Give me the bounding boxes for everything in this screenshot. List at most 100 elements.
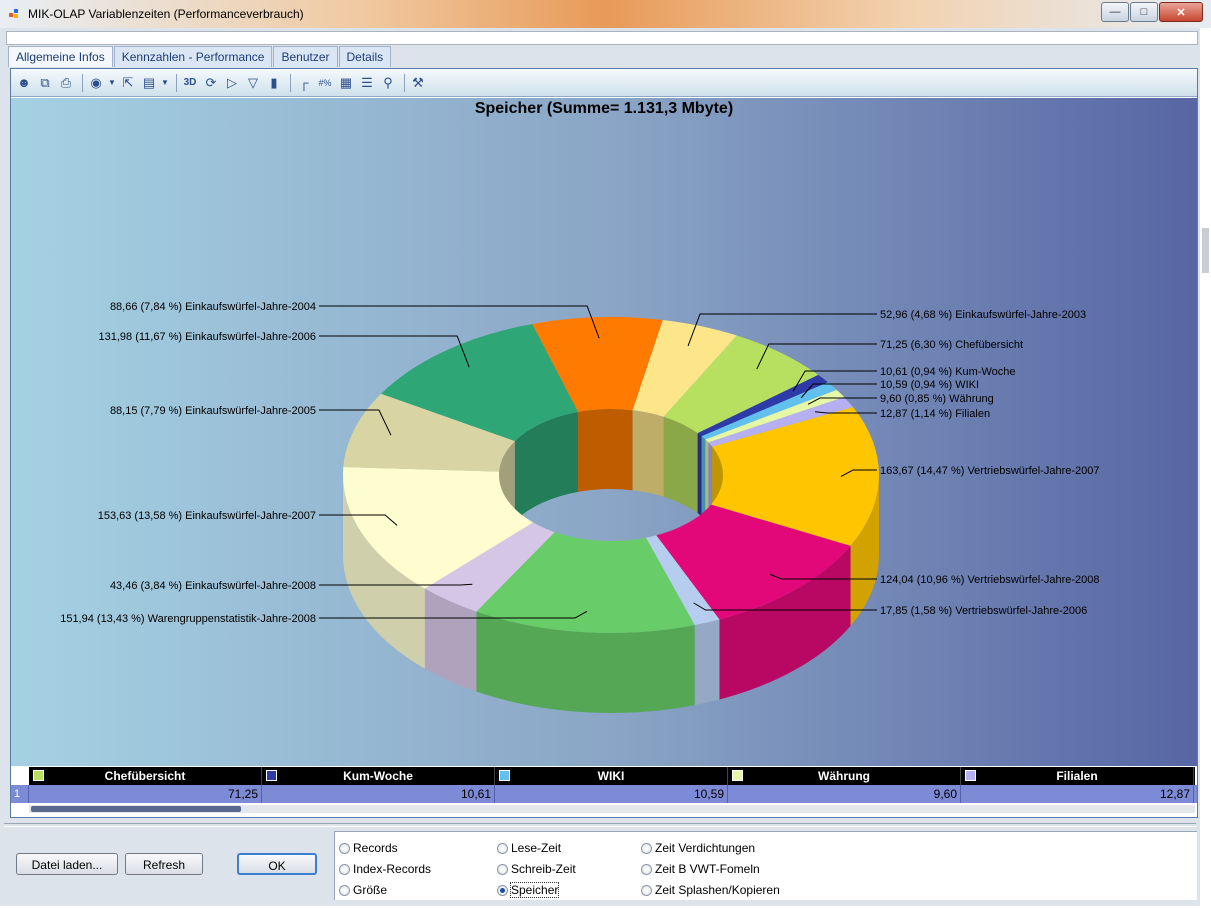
window-controls: — □ ✕ bbox=[1100, 2, 1203, 22]
grid-header: Chefübersicht Kum-Woche WIKI Währung Fil… bbox=[29, 767, 1195, 785]
option-zeit-splashen-kopieren[interactable]: Zeit Splashen/Kopieren bbox=[641, 883, 780, 897]
tools-icon[interactable]: ⚒ bbox=[409, 74, 427, 92]
refresh-button[interactable]: Refresh bbox=[125, 853, 203, 875]
radio-button[interactable] bbox=[641, 842, 652, 854]
users-icon[interactable]: ☻ bbox=[15, 74, 33, 92]
doughnut-chart: 71,25 (6,30 %) Chefübersicht 10,61 (0,94 … bbox=[60, 301, 1100, 713]
option-label: Records bbox=[353, 841, 398, 855]
radio-button[interactable] bbox=[641, 884, 652, 896]
chart-type-icon[interactable]: ▤ bbox=[140, 74, 158, 92]
option-label: Schreib-Zeit bbox=[511, 862, 576, 876]
table-row[interactable]: 1 71,25 10,61 10,59 9,60 12,87 bbox=[11, 785, 1197, 803]
maximize-icon: □ bbox=[1140, 6, 1148, 18]
data-editor-icon[interactable]: ▦ bbox=[337, 74, 355, 92]
column-header-label: WIKI bbox=[597, 769, 625, 783]
top-strip bbox=[6, 31, 1198, 45]
radio-button[interactable] bbox=[497, 863, 508, 875]
data-label: 10,59 (0,94 %) WIKI bbox=[880, 379, 979, 391]
grid-cell[interactable]: 10,59 bbox=[495, 785, 728, 803]
legend-icon[interactable]: ☰ bbox=[358, 74, 376, 92]
3d-icon[interactable]: 3D bbox=[181, 74, 199, 92]
toolbar-separator bbox=[404, 73, 405, 92]
color-swatch bbox=[965, 770, 976, 781]
grid-column-header[interactable]: Filialen bbox=[961, 767, 1194, 785]
grid-column-header[interactable]: Währung bbox=[728, 767, 961, 785]
radio-button[interactable] bbox=[641, 863, 652, 875]
load-file-button[interactable]: Datei laden... bbox=[16, 853, 118, 875]
tab-allgemeine-infos[interactable]: Allgemeine Infos bbox=[8, 46, 113, 67]
dropdown-arrow-icon[interactable]: ▼ bbox=[108, 74, 116, 92]
data-label: 163,67 (14,47 %) Vertriebswürfel-Jahre-2… bbox=[880, 465, 1100, 477]
option-records[interactable]: Records bbox=[339, 841, 398, 855]
data-label: 151,94 (13,43 %) Warengruppenstatistik-J… bbox=[60, 613, 316, 625]
tab-benutzer[interactable]: Benutzer bbox=[273, 46, 338, 67]
grid-cell[interactable]: 71,25 bbox=[29, 785, 262, 803]
radio-button[interactable] bbox=[497, 884, 508, 896]
grid-column-header[interactable]: Kum-Woche bbox=[262, 767, 495, 785]
scrollbar-thumb[interactable] bbox=[31, 806, 241, 812]
tab-details[interactable]: Details bbox=[338, 46, 392, 67]
column-header-label: Währung bbox=[818, 769, 870, 783]
data-label: 131,98 (11,67 %) Einkaufswürfel-Jahre-20… bbox=[99, 331, 316, 343]
grid-cell[interactable]: 9,60 bbox=[728, 785, 961, 803]
divider bbox=[4, 823, 1196, 827]
color-swatch bbox=[499, 770, 510, 781]
option-zeit-b-vwt-fomeln[interactable]: Zeit B VWT-Fomeln bbox=[641, 862, 760, 876]
palette-icon[interactable]: ◉ bbox=[87, 74, 105, 92]
data-label: 43,46 (3,84 %) Einkaufswürfel-Jahre-2008 bbox=[110, 580, 316, 592]
rotate-icon[interactable]: ⟳ bbox=[202, 74, 220, 92]
option-label: Zeit Splashen/Kopieren bbox=[655, 883, 780, 897]
grid-cell[interactable]: 10,61 bbox=[262, 785, 495, 803]
data-label: 12,87 (1,14 %) Filialen bbox=[880, 408, 990, 420]
data-label: 52,96 (4,68 %) Einkaufswürfel-Jahre-2003 bbox=[880, 309, 1086, 321]
copy-icon[interactable]: ⧉ bbox=[36, 74, 54, 92]
vertical-flip-icon[interactable]: ▽ bbox=[244, 74, 262, 92]
grid-column-header[interactable]: WIKI bbox=[495, 767, 728, 785]
data-label: 88,15 (7,79 %) Einkaufswürfel-Jahre-2005 bbox=[110, 405, 316, 417]
grid-cell[interactable]: 12,87 bbox=[961, 785, 1194, 803]
metric-options: Records Index-Records Größe Lese-Zeit Sc… bbox=[334, 831, 1197, 900]
data-label: 10,61 (0,94 %) Kum-Woche bbox=[880, 366, 1016, 378]
option-index-records[interactable]: Index-Records bbox=[339, 862, 431, 876]
minimize-button[interactable]: — bbox=[1101, 2, 1129, 22]
option-groesse[interactable]: Größe bbox=[339, 883, 387, 897]
radio-button[interactable] bbox=[497, 842, 508, 854]
data-grid: Chefübersicht Kum-Woche WIKI Währung Fil… bbox=[11, 767, 1197, 817]
close-icon: ✕ bbox=[1176, 6, 1186, 19]
radio-button[interactable] bbox=[339, 863, 350, 875]
option-schreib-zeit[interactable]: Schreib-Zeit bbox=[497, 862, 576, 876]
grid-horizontal-scrollbar[interactable] bbox=[29, 805, 1195, 813]
chart-toolbar: ☻ ⧉ ⎙ ◉ ▼ ⇱ ▤ ▼ 3D ⟳ ▷ ▽ ▮ ┌ #% ▦ ☰ ⚲ ⚒ bbox=[11, 69, 1197, 97]
tab-kennzahlen-performance[interactable]: Kennzahlen - Performance bbox=[113, 46, 273, 67]
dropdown-arrow-icon[interactable]: ▼ bbox=[161, 74, 169, 92]
close-button[interactable]: ✕ bbox=[1159, 2, 1203, 22]
perspective-icon[interactable]: ▮ bbox=[265, 74, 283, 92]
scrollbar-thumb[interactable] bbox=[1202, 228, 1209, 273]
color-swatch bbox=[732, 770, 743, 781]
grid-column-header[interactable]: Chefübersicht bbox=[29, 767, 262, 785]
radio-button[interactable] bbox=[339, 884, 350, 896]
chart-panel: ☻ ⧉ ⎙ ◉ ▼ ⇱ ▤ ▼ 3D ⟳ ▷ ▽ ▮ ┌ #% ▦ ☰ ⚲ ⚒ … bbox=[10, 68, 1198, 818]
window-vertical-scrollbar[interactable] bbox=[1200, 28, 1211, 908]
app-icon bbox=[9, 9, 18, 18]
option-label: Größe bbox=[353, 883, 388, 897]
color-swatch bbox=[33, 770, 44, 781]
option-label: Index-Records bbox=[353, 862, 432, 876]
color-swatch bbox=[266, 770, 277, 781]
radio-button[interactable] bbox=[339, 842, 350, 854]
data-labels-icon[interactable]: #% bbox=[316, 74, 334, 92]
maximize-button[interactable]: □ bbox=[1130, 2, 1158, 22]
axis-icon[interactable]: ┌ bbox=[295, 74, 313, 92]
option-speicher[interactable]: Speicher bbox=[497, 882, 560, 898]
option-zeit-verdichtungen[interactable]: Zeit Verdichtungen bbox=[641, 841, 755, 855]
pointer-icon[interactable]: ⇱ bbox=[119, 74, 137, 92]
ok-button[interactable]: OK bbox=[237, 853, 317, 875]
column-header-label: Kum-Woche bbox=[343, 769, 413, 783]
print-icon[interactable]: ⎙ bbox=[57, 74, 75, 92]
zoom-icon[interactable]: ⚲ bbox=[379, 74, 397, 92]
toolbar-separator bbox=[82, 73, 83, 92]
toolbar-separator bbox=[290, 73, 291, 92]
option-lese-zeit[interactable]: Lese-Zeit bbox=[497, 841, 561, 855]
toolbar-separator bbox=[176, 73, 177, 92]
horizontal-flip-icon[interactable]: ▷ bbox=[223, 74, 241, 92]
